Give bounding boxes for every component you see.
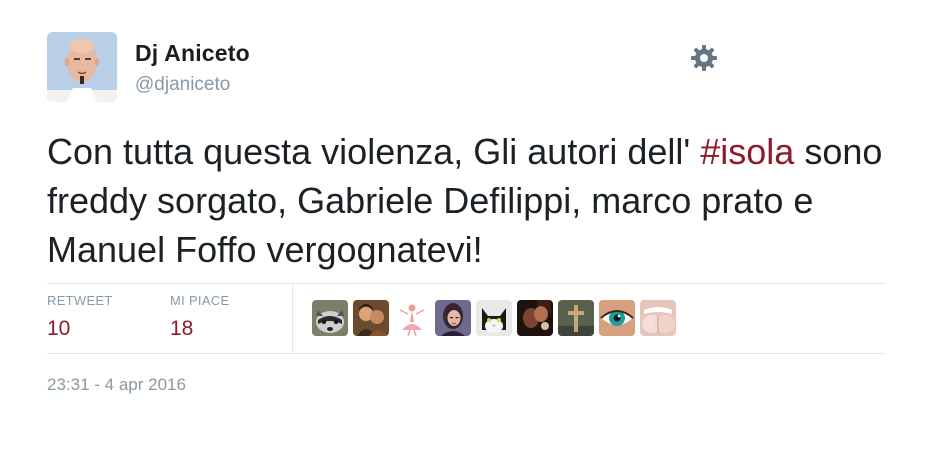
retweet-label: RETWEET bbox=[47, 293, 113, 308]
user-handle[interactable]: @djaniceto bbox=[135, 74, 230, 96]
like-stat[interactable]: MI PIACE 18 bbox=[170, 293, 229, 341]
stats-vertical-divider bbox=[292, 284, 293, 353]
stats-bottom-divider bbox=[47, 353, 885, 354]
lips-avatar[interactable] bbox=[640, 300, 676, 336]
cat-avatar[interactable] bbox=[476, 300, 512, 336]
tweet-card: Dj Aniceto @djaniceto Con tutta questa v… bbox=[0, 0, 950, 450]
like-label: MI PIACE bbox=[170, 293, 230, 308]
couple-avatar[interactable] bbox=[353, 300, 389, 336]
dancer-avatar[interactable] bbox=[394, 300, 430, 336]
tweet-text: Con tutta questa violenza, Gli autori de… bbox=[47, 127, 897, 274]
tweet-text-part: Con tutta questa violenza, Gli autori de… bbox=[47, 131, 701, 172]
woman-avatar[interactable] bbox=[435, 300, 471, 336]
hashtag-link[interactable]: #isola bbox=[700, 131, 794, 172]
user-display-name[interactable]: Dj Aniceto bbox=[135, 40, 250, 67]
eye-avatar[interactable] bbox=[599, 300, 635, 336]
like-count: 18 bbox=[170, 317, 194, 340]
user-avatar[interactable] bbox=[47, 32, 117, 102]
likers-list bbox=[312, 300, 676, 336]
raccoon-avatar[interactable] bbox=[312, 300, 348, 336]
retweet-count: 10 bbox=[47, 317, 71, 340]
retweet-stat[interactable]: RETWEET 10 bbox=[47, 293, 113, 341]
tweet-timestamp[interactable]: 23:31 - 4 apr 2016 bbox=[47, 375, 186, 395]
cross-avatar[interactable] bbox=[558, 300, 594, 336]
stats-top-divider bbox=[47, 283, 885, 284]
gear-icon[interactable] bbox=[688, 42, 720, 74]
dark-portrait-avatar[interactable] bbox=[517, 300, 553, 336]
